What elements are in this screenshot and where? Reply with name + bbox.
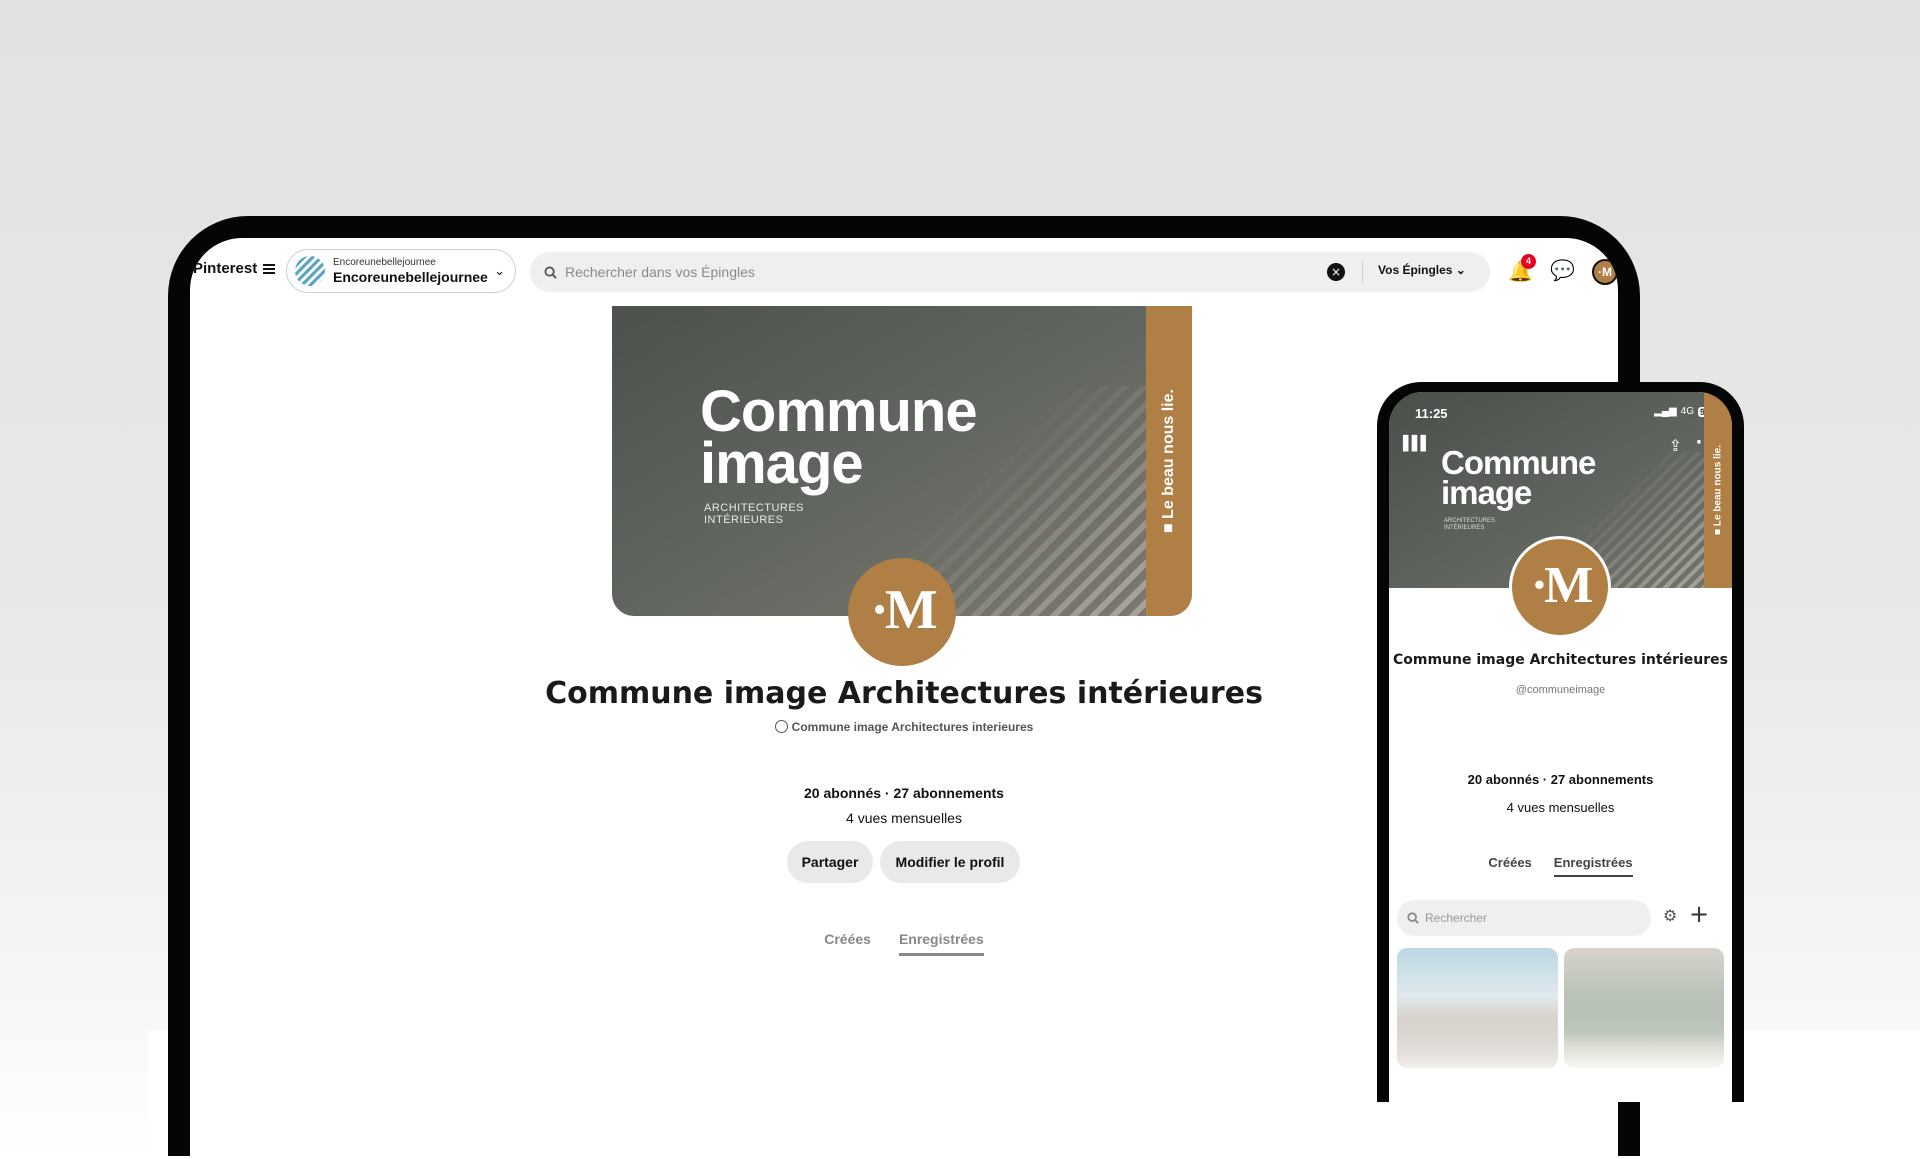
- profile-avatar-small[interactable]: ·M: [1592, 259, 1618, 285]
- phone-device: 11:25 ▂▄▆ 4G 90 ▌▌▌ ⇪ ··· Commune image …: [1377, 382, 1744, 1102]
- phone-screen: 11:25 ▂▄▆ 4G 90 ▌▌▌ ⇪ ··· Commune image …: [1389, 392, 1732, 1102]
- mobile-profile-avatar[interactable]: ·M: [1509, 536, 1611, 638]
- mobile-profile-stats[interactable]: 20 abonnés · 27 abonnements: [1389, 772, 1732, 787]
- your-pins-dropdown[interactable]: Vos Épingles ⌄: [1378, 263, 1466, 277]
- mobile-cover-band-text: ■ Le beau nous lie.: [1712, 445, 1724, 535]
- board-thumbnail[interactable]: [1397, 948, 1558, 1068]
- mobile-profile-tabs: Créées Enregistrées: [1389, 855, 1732, 877]
- network-label: 4G: [1680, 406, 1694, 417]
- mobile-profile-name: Commune image Architectures intérieures: [1392, 652, 1728, 668]
- profile-handle-text: Commune image Architectures interieures: [791, 720, 1034, 734]
- mobile-tab-saved[interactable]: Enregistrées: [1553, 855, 1633, 877]
- cover-band-text: ■ Le beau nous lie.: [1160, 389, 1177, 533]
- mobile-search-input[interactable]: Rechercher: [1425, 911, 1487, 925]
- search-input[interactable]: Rechercher dans vos Épingles: [565, 264, 755, 280]
- brand-label: Pinterest: [193, 260, 258, 277]
- search-divider: [1362, 260, 1363, 284]
- search-icon: [1407, 912, 1419, 924]
- brand-menu[interactable]: Pinterest: [193, 260, 276, 277]
- mobile-cover-sub-line2: INTÉRIEURES: [1444, 525, 1485, 531]
- search-icon: [544, 265, 557, 279]
- pinterest-logo-icon: [774, 720, 788, 733]
- tab-saved[interactable]: Enregistrées: [898, 931, 984, 956]
- mobile-cover-title-line2: image: [1441, 474, 1532, 511]
- share-icon[interactable]: ⇪: [1669, 436, 1682, 455]
- share-button[interactable]: Partager: [787, 841, 873, 883]
- cover-band: ■ Le beau nous lie.: [1146, 306, 1192, 616]
- clear-search-icon[interactable]: ×: [1327, 263, 1345, 281]
- mobile-cover-sub-line1: ARCHITECTURES: [1444, 518, 1496, 524]
- analytics-icon[interactable]: ▌▌▌: [1403, 436, 1431, 452]
- account-name: Encoreunebellejournee: [333, 268, 488, 285]
- mobile-monthly-views: 4 vues mensuelles: [1506, 800, 1615, 815]
- messages-icon[interactable]: 💬: [1550, 258, 1575, 282]
- search-bar[interactable]: Rechercher dans vos Épingles × Vos Éping…: [530, 252, 1490, 292]
- filter-icon[interactable]: ⚙: [1663, 906, 1677, 925]
- cover-subtitle: ARCHITECTURES INTÉRIEURES: [704, 502, 804, 526]
- account-logo: [295, 256, 325, 286]
- saved-boards-grid: [1397, 948, 1724, 1068]
- notification-badge: 4: [1521, 254, 1536, 269]
- cover-sub-line1: ARCHITECTURES: [704, 502, 805, 514]
- add-icon[interactable]: +: [1689, 900, 1709, 928]
- edit-profile-button[interactable]: Modifier le profil: [880, 841, 1020, 883]
- mobile-tab-created[interactable]: Créées: [1488, 855, 1531, 877]
- tab-created[interactable]: Créées: [824, 931, 871, 956]
- chevron-down-icon: ⌄: [494, 264, 505, 279]
- mobile-cover-band: ■ Le beau nous lie.: [1704, 392, 1732, 588]
- cover-sub-line2: INTÉRIEURES: [704, 514, 784, 526]
- hamburger-icon: [263, 263, 276, 274]
- your-pins-label: Vos Épingles: [1378, 263, 1453, 277]
- board-thumbnail[interactable]: [1563, 948, 1724, 1068]
- cover-title: Commune image: [700, 383, 978, 496]
- status-time: 11:25: [1415, 406, 1448, 421]
- profile-avatar[interactable]: ·M: [848, 558, 956, 666]
- cover-title-line2: image: [700, 431, 864, 496]
- account-switcher[interactable]: Encoreunebellejournee Encoreunebellejour…: [286, 249, 516, 293]
- mobile-search-bar[interactable]: Rechercher: [1397, 900, 1651, 936]
- mobile-profile-handle: @communeimage: [1515, 684, 1606, 696]
- top-bar: Pinterest Encoreunebellejournee Encoreun…: [190, 246, 1618, 294]
- mobile-cover-subtitle: ARCHITECTURES INTÉRIEURES: [1444, 518, 1495, 532]
- mobile-cover-title: Commune image: [1441, 446, 1596, 511]
- account-small-label: Encoreunebellejournee: [333, 256, 436, 268]
